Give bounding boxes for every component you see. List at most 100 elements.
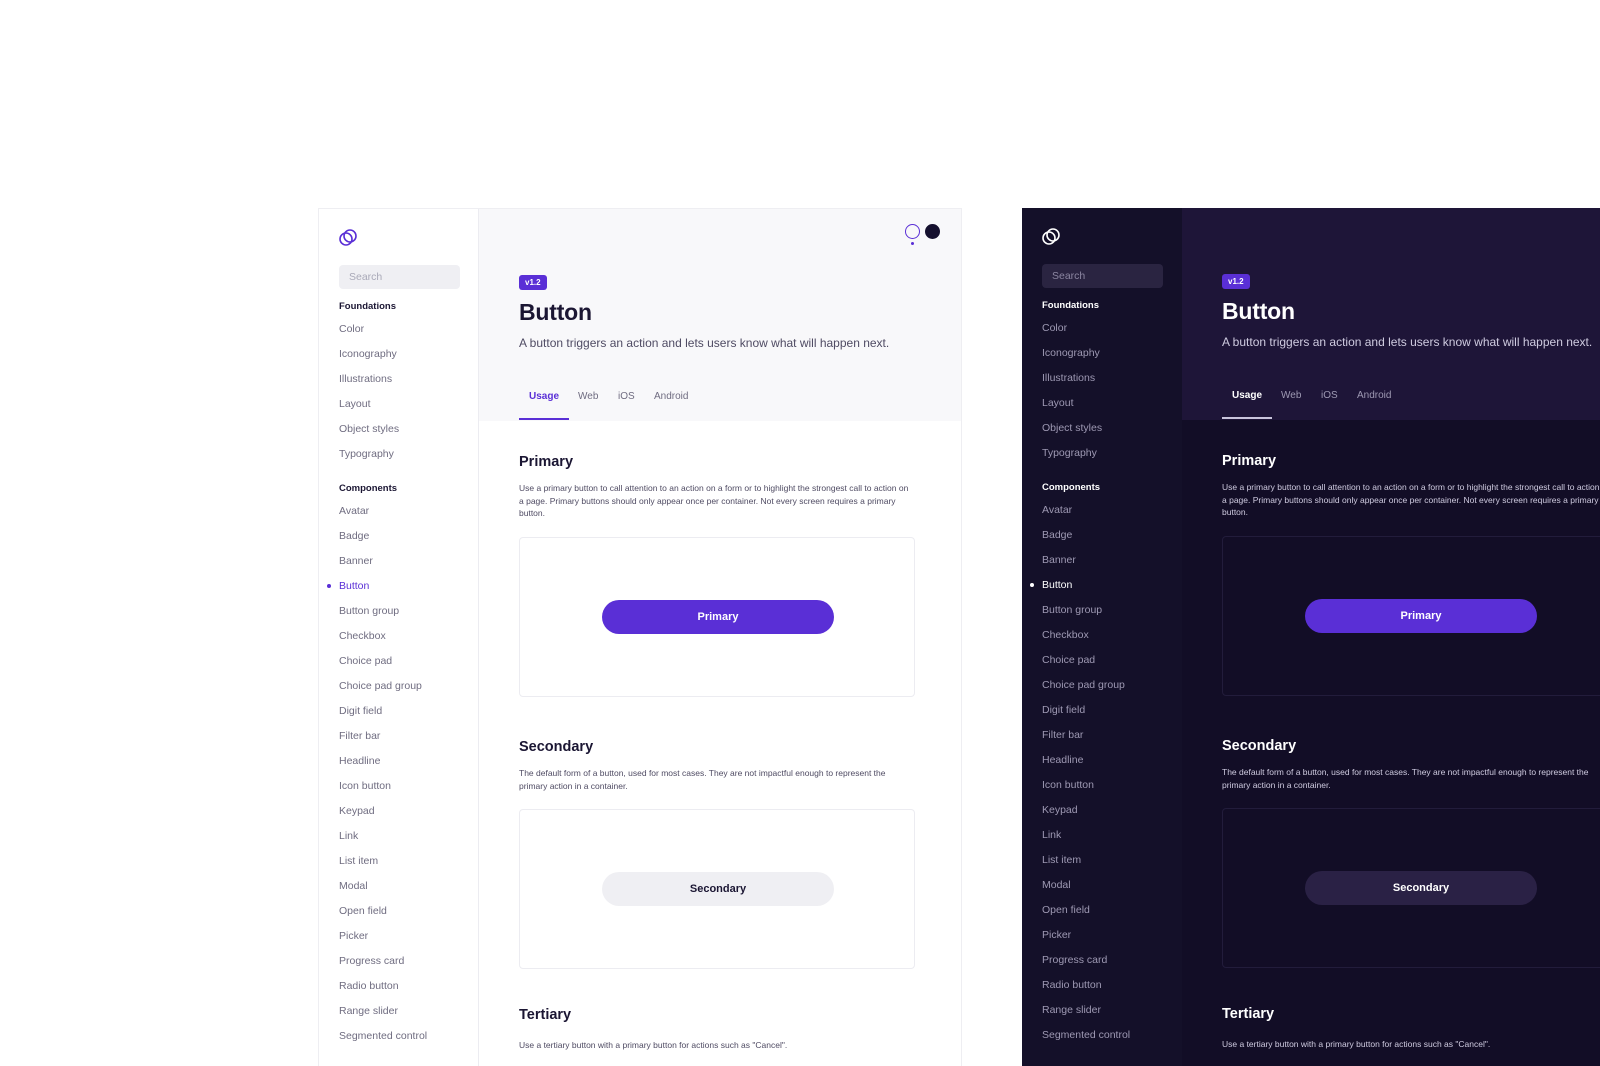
sidebar-item-icon-button[interactable]: Icon button — [339, 779, 391, 793]
active-indicator-dot — [1030, 583, 1034, 587]
sidebar-item-modal[interactable]: Modal — [1042, 878, 1071, 892]
sidebar-item-headline[interactable]: Headline — [339, 754, 380, 768]
sidebar-item-button[interactable]: Button — [1030, 578, 1073, 592]
tab-ios[interactable]: iOS — [1321, 388, 1338, 404]
sidebar-item-picker[interactable]: Picker — [1042, 928, 1071, 942]
sidebar-item-layout[interactable]: Layout — [339, 397, 371, 411]
sidebar-item-choice-pad-group[interactable]: Choice pad group — [1042, 678, 1125, 692]
sidebar-item-color[interactable]: Color — [339, 322, 364, 336]
tertiary-section-description: Use a tertiary button with a primary but… — [1222, 1039, 1491, 1049]
tab-web[interactable]: Web — [1281, 388, 1301, 404]
sidebar-item-range-slider[interactable]: Range slider — [339, 1004, 398, 1018]
sidebar-item-illustrations[interactable]: Illustrations — [1042, 371, 1095, 385]
sidebar-item-typography[interactable]: Typography — [339, 447, 394, 461]
secondary-section-title: Secondary — [1222, 738, 1297, 754]
sidebar-item-filter-bar[interactable]: Filter bar — [1042, 728, 1083, 742]
tertiary-section-description: Use a tertiary button with a primary but… — [519, 1040, 788, 1050]
sidebar-item-banner[interactable]: Banner — [1042, 553, 1076, 567]
sidebar-item-avatar[interactable]: Avatar — [339, 504, 369, 518]
sidebar-item-digit-field[interactable]: Digit field — [1042, 703, 1085, 717]
main-content: v1.2 Button A button triggers an action … — [479, 209, 961, 1066]
dark-theme-docs-window: Search Foundations Color Iconography Ill… — [1022, 208, 1600, 1066]
sidebar-item-label: Button — [1042, 579, 1073, 591]
primary-demo-box: Primary — [1222, 536, 1600, 696]
sidebar-item-keypad[interactable]: Keypad — [1042, 803, 1078, 817]
sidebar-item-progress-card[interactable]: Progress card — [1042, 953, 1107, 967]
tab-usage[interactable]: Usage — [1232, 388, 1262, 404]
sidebar-item-link[interactable]: Link — [1042, 828, 1061, 842]
sidebar-item-layout[interactable]: Layout — [1042, 396, 1074, 410]
sidebar-item-object-styles[interactable]: Object styles — [1042, 421, 1102, 435]
sidebar-item-label: Button — [339, 580, 370, 592]
sidebar-item-radio-button[interactable]: Radio button — [1042, 978, 1102, 992]
sidebar-item-icon-button[interactable]: Icon button — [1042, 778, 1094, 792]
tab-web[interactable]: Web — [578, 389, 598, 405]
sidebar-item-banner[interactable]: Banner — [339, 554, 373, 568]
page-title: Button — [519, 299, 592, 325]
sidebar-item-modal[interactable]: Modal — [339, 879, 368, 893]
sidebar-item-digit-field[interactable]: Digit field — [339, 704, 382, 718]
sidebar-item-object-styles[interactable]: Object styles — [339, 422, 399, 436]
sidebar: Search Foundations Color Iconography Ill… — [319, 209, 479, 1066]
primary-button[interactable]: Primary — [1305, 599, 1537, 633]
tab-usage[interactable]: Usage — [529, 389, 559, 405]
sidebar-item-radio-button[interactable]: Radio button — [339, 979, 399, 993]
logo-icon[interactable] — [339, 229, 357, 247]
sidebar-item-checkbox[interactable]: Checkbox — [339, 629, 386, 643]
secondary-demo-box: Secondary — [519, 809, 915, 969]
search-input[interactable]: Search — [1042, 264, 1163, 288]
version-badge: v1.2 — [519, 275, 547, 290]
sidebar: Search Foundations Color Iconography Ill… — [1022, 208, 1182, 1066]
page-description: A button triggers an action and lets use… — [1222, 335, 1593, 349]
tab-android[interactable]: Android — [654, 389, 688, 405]
sidebar-item-avatar[interactable]: Avatar — [1042, 503, 1072, 517]
logo-icon[interactable] — [1042, 228, 1060, 246]
sidebar-item-badge[interactable]: Badge — [1042, 528, 1072, 542]
tertiary-section-title: Tertiary — [1222, 1006, 1275, 1022]
sidebar-section-components: Components — [339, 483, 398, 494]
tab-ios[interactable]: iOS — [618, 389, 635, 405]
sidebar-item-button-group[interactable]: Button group — [339, 604, 399, 618]
sidebar-item-headline[interactable]: Headline — [1042, 753, 1083, 767]
sidebar-item-progress-card[interactable]: Progress card — [339, 954, 404, 968]
page-description: A button triggers an action and lets use… — [519, 336, 890, 350]
sidebar-item-list-item[interactable]: List item — [1042, 853, 1081, 867]
sidebar-item-iconography[interactable]: Iconography — [339, 347, 397, 361]
sidebar-item-choice-pad-group[interactable]: Choice pad group — [339, 679, 422, 693]
sidebar-item-segmented-control[interactable]: Segmented control — [339, 1029, 427, 1043]
primary-button[interactable]: Primary — [602, 600, 834, 634]
sidebar-item-segmented-control[interactable]: Segmented control — [1042, 1028, 1130, 1042]
primary-section-description: Use a primary button to call attention t… — [519, 483, 909, 518]
sidebar-item-open-field[interactable]: Open field — [1042, 903, 1090, 917]
sidebar-item-color[interactable]: Color — [1042, 321, 1067, 335]
sidebar-item-button[interactable]: Button — [327, 579, 370, 593]
search-input[interactable]: Search — [339, 265, 460, 289]
sidebar-item-button-group[interactable]: Button group — [1042, 603, 1102, 617]
sidebar-item-open-field[interactable]: Open field — [339, 904, 387, 918]
sidebar-item-badge[interactable]: Badge — [339, 529, 369, 543]
sidebar-item-range-slider[interactable]: Range slider — [1042, 1003, 1101, 1017]
primary-section-description: Use a primary button to call attention t… — [1222, 482, 1600, 517]
dark-theme-icon[interactable] — [925, 224, 940, 239]
secondary-button[interactable]: Secondary — [602, 872, 834, 906]
sidebar-item-iconography[interactable]: Iconography — [1042, 346, 1100, 360]
sidebar-item-keypad[interactable]: Keypad — [339, 804, 375, 818]
sidebar-item-filter-bar[interactable]: Filter bar — [339, 729, 380, 743]
sidebar-item-checkbox[interactable]: Checkbox — [1042, 628, 1089, 642]
sidebar-section-components: Components — [1042, 482, 1101, 493]
sidebar-item-choice-pad[interactable]: Choice pad — [1042, 653, 1095, 667]
secondary-demo-box: Secondary — [1222, 808, 1600, 968]
sidebar-item-illustrations[interactable]: Illustrations — [339, 372, 392, 386]
secondary-button[interactable]: Secondary — [1305, 871, 1537, 905]
sidebar-item-picker[interactable]: Picker — [339, 929, 368, 943]
sidebar-item-typography[interactable]: Typography — [1042, 446, 1097, 460]
page-title: Button — [1222, 298, 1295, 324]
tab-android[interactable]: Android — [1357, 388, 1391, 404]
secondary-section-description: The default form of a button, used for m… — [519, 768, 886, 791]
sidebar-item-choice-pad[interactable]: Choice pad — [339, 654, 392, 668]
light-theme-icon[interactable] — [905, 224, 920, 239]
sidebar-section-foundations: Foundations — [1042, 300, 1099, 311]
sidebar-item-list-item[interactable]: List item — [339, 854, 378, 868]
active-tab-underline — [1222, 417, 1272, 419]
sidebar-item-link[interactable]: Link — [339, 829, 358, 843]
